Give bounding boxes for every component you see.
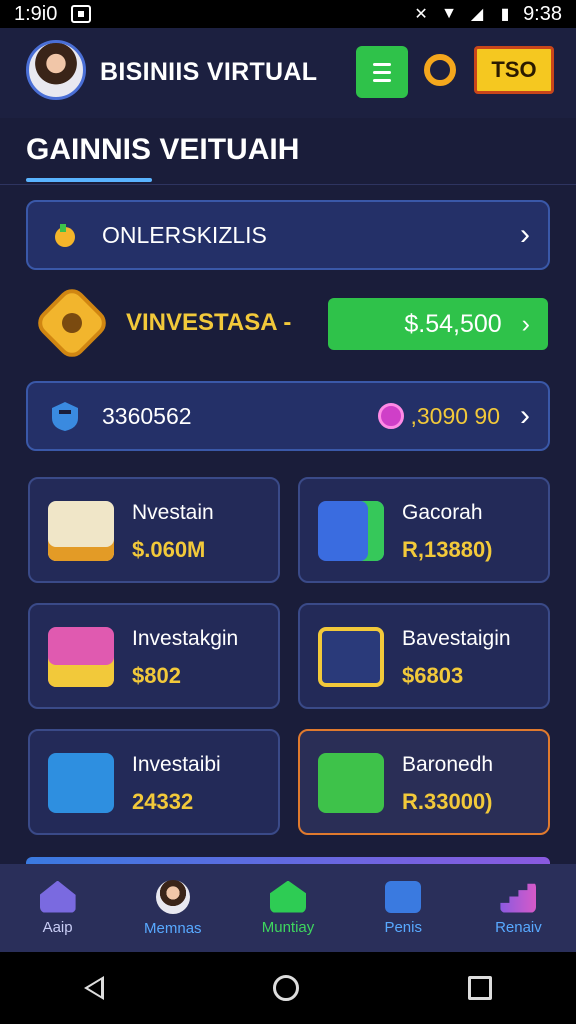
badge-icon [32,283,112,363]
nav-item-report[interactable]: Renaiv [461,864,576,952]
bag-icon [385,880,422,913]
investment-amount-button[interactable]: $.54,500 › [328,298,548,350]
chat-icon [48,753,114,813]
boxes-icon [48,627,114,687]
investment-card[interactable]: Investaibi 24332 [28,729,280,835]
nav-label: Aaip [42,918,73,936]
investment-label: VINVESTASA - [126,309,292,336]
nav-item-market[interactable]: Muntiay [230,864,345,952]
system-nav-bar [0,952,576,1024]
document-icon [48,501,114,561]
investment-card[interactable]: Gacorah R,13880) [298,477,550,583]
section-underline [26,178,152,182]
menu-icon [373,62,391,66]
balance-amount: ,3090 90 [410,402,500,429]
row-label: ONLERSKIZLIS [102,221,267,248]
nav-item-app[interactable]: Aaip [0,864,115,952]
money-icon [318,753,384,813]
status-bar: 1:9i0 ✕ ▼ ◢ ▮ 9:38 [0,0,576,28]
card-title: Gacorah [402,501,483,524]
investment-amount: $.54,500 [404,309,502,338]
mute-icon: ✕ [414,6,428,23]
card-value: 24332 [132,789,194,814]
nav-item-members[interactable]: Memnas [115,864,230,952]
card-title: Investakgin [132,627,239,650]
investment-card[interactable]: Investakgin $802 [28,603,280,709]
back-icon[interactable] [84,976,105,1000]
investment-row: VINVESTASA - $.54,500 › [26,283,550,363]
balance-label: 3360562 [102,402,192,429]
chart-icon [500,883,537,913]
card-value: $6803 [402,663,464,688]
app-header: BISINIIS VIRTUAL TSO [0,28,576,118]
store-icon [270,880,306,913]
investment-card[interactable]: Nvestain $.060M [28,477,280,583]
coin-icon[interactable] [424,54,456,86]
tso-badge-button[interactable]: TSO [474,46,554,94]
card-title: Bavestaigin [402,627,511,650]
bottom-nav: Aaip Memnas Muntiay Penis Renaiv [0,864,576,952]
home-icon [39,880,76,913]
card-value: $.060M [132,537,206,562]
card-value: R,13880) [402,537,493,562]
card-value: $802 [132,663,181,688]
nav-label: Penis [384,918,422,936]
gem-icon [378,403,405,429]
wifi-icon: ▼ [441,5,457,22]
recents-icon[interactable] [467,976,492,1000]
investment-card[interactable]: Bavestaigin $6803 [298,603,550,709]
online-skills-row[interactable]: ONLERSKIZLIS › [26,200,550,270]
card-title: Investaibi [132,753,221,776]
card-title: Baronedh [402,753,494,776]
divider [0,184,576,185]
battery-icon: ▮ [500,6,510,23]
status-icons: ✕ ▼ ◢ ▮ 9:38 [411,3,562,26]
status-time-left: 1:9i0 [14,2,58,25]
menu-button[interactable] [356,46,408,98]
home-button-icon[interactable] [272,975,299,1001]
shield-icon [48,399,82,433]
nav-label: Muntiay [261,918,315,936]
chevron-right-icon: › [520,399,530,432]
section-title: GAINNIS VEITUAIH [26,133,300,166]
balance-row[interactable]: 3360562 ,3090 90 › [26,381,550,451]
key-icon [318,627,384,687]
profile-icon [155,879,190,914]
app-title: BISINIIS VIRTUAL [100,58,318,86]
board-icon [318,501,384,561]
status-time-right: 9:38 [523,2,562,25]
investment-card-highlighted[interactable]: Baronedh R.33000) [298,729,550,835]
card-title: Nvestain [132,501,214,524]
chevron-right-icon: › [520,218,530,251]
balance-value: ,3090 90 [378,403,500,430]
skill-icon [48,218,82,252]
notification-icon [71,5,92,23]
card-value: R.33000) [402,789,493,814]
nav-item-panel[interactable]: Penis [346,864,461,952]
chevron-right-icon: › [521,309,530,338]
nav-label: Renaiv [495,918,542,936]
avatar[interactable] [26,40,86,100]
nav-label: Memnas [144,919,202,937]
signal-icon: ◢ [470,6,484,23]
